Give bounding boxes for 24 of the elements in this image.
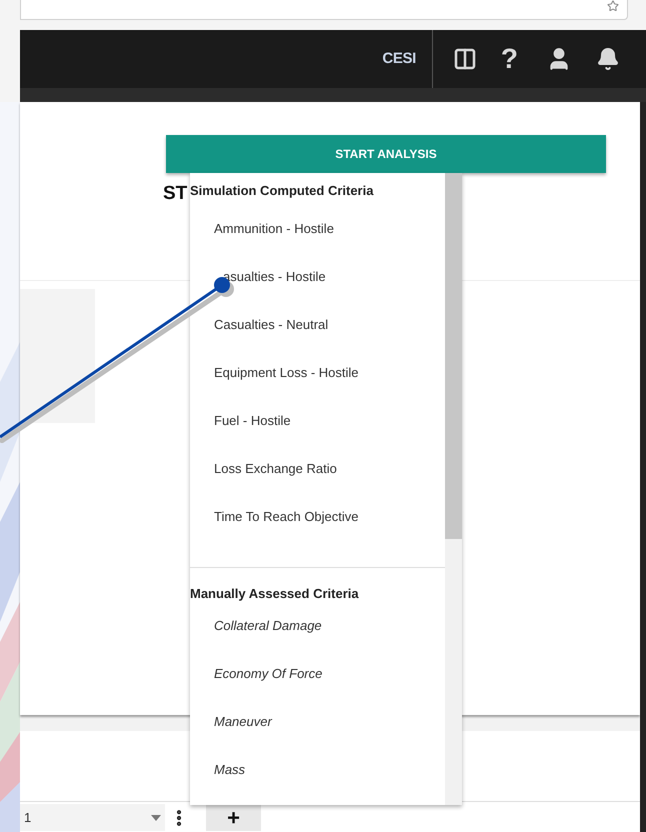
menu-item[interactable]: Maneuver <box>190 698 445 746</box>
bookmark-icon[interactable] <box>607 0 619 12</box>
select-field[interactable]: 1 <box>20 804 165 831</box>
caret-icon <box>151 814 161 820</box>
org-name: CESI <box>382 48 417 69</box>
menu-section-title: Manually Assessed Criteria <box>190 585 360 603</box>
menu-item[interactable]: Economy Of Force <box>190 650 445 698</box>
menu-item[interactable]: Collateral Damage <box>190 602 445 650</box>
bell-icon[interactable] <box>596 47 620 71</box>
menu-item[interactable]: Casualties - Neutral <box>190 301 445 349</box>
menu-item[interactable]: Fuel - Hostile <box>190 397 445 445</box>
menu-item[interactable]: Mass <box>190 746 445 794</box>
menu-item[interactable]: Time To Reach Objective <box>190 493 445 541</box>
help-icon[interactable]: ? <box>500 38 518 80</box>
section-heading: ST <box>163 182 188 206</box>
scrollbar[interactable] <box>445 173 462 805</box>
menu-item[interactable]: Loss Exchange Ratio <box>190 445 445 493</box>
columns-icon[interactable] <box>452 47 477 71</box>
start-analysis-button[interactable]: START ANALYSIS <box>166 135 606 173</box>
menu-item[interactable]: asualties - Hostile <box>190 253 445 301</box>
menu-item[interactable]: Equipment Loss - Hostile <box>190 349 445 397</box>
menu-item[interactable]: Ammunition - Hostile <box>190 205 445 253</box>
menu-section-title: Simulation Computed Criteria <box>190 182 374 200</box>
add-button[interactable]: + <box>206 804 261 831</box>
